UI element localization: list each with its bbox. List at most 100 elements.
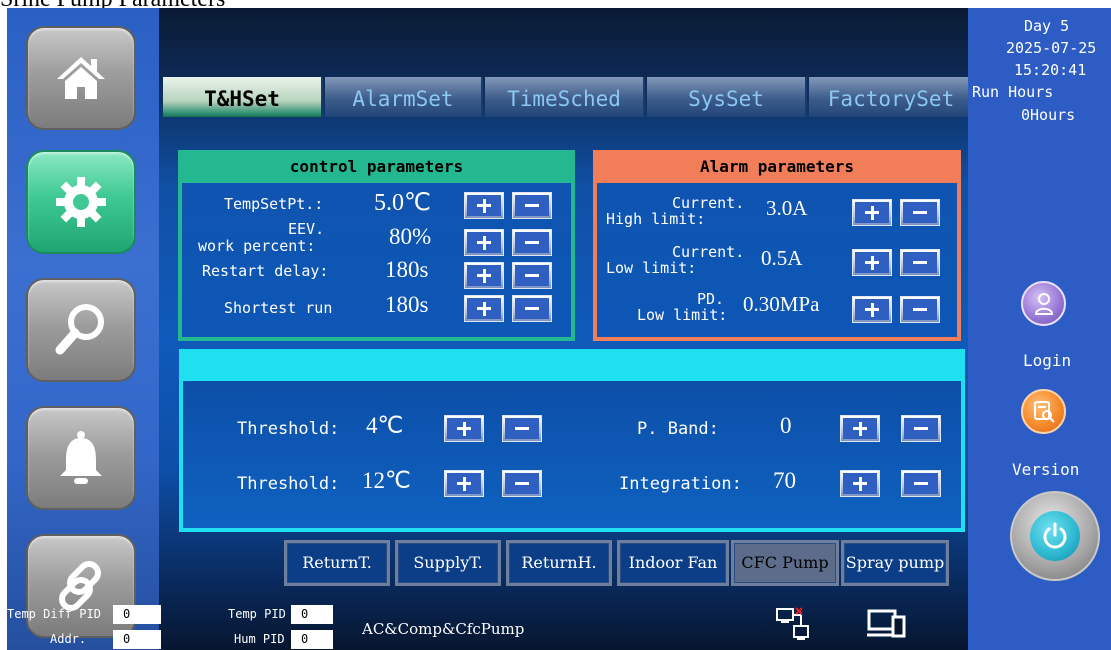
- nav-home-button[interactable]: [26, 26, 136, 130]
- shortest-run-plus-button[interactable]: [464, 295, 504, 322]
- alarm-parameters-body: Current. High limit: 3.0A Current. Low l…: [597, 183, 957, 337]
- p-band-value[interactable]: 0: [780, 413, 792, 439]
- restart-delay-value[interactable]: 180s: [385, 257, 428, 283]
- threshold-high-value[interactable]: 12℃: [362, 468, 411, 494]
- integration-value[interactable]: 70: [773, 468, 796, 494]
- threshold-high-plus-button[interactable]: [444, 470, 484, 497]
- restart-delay-label: Restart delay:: [202, 262, 329, 280]
- current-time: 15:20:41: [1014, 61, 1087, 79]
- link-icon: [59, 561, 101, 611]
- temp-setpoint-minus-button[interactable]: [512, 192, 552, 219]
- pd-low-plus-button[interactable]: [852, 296, 892, 323]
- threshold-low-label: Threshold:: [237, 419, 340, 439]
- bell-icon: [60, 431, 102, 484]
- temp-diff-pid-label: Temp Diff PID: [7, 607, 101, 621]
- power-icon: [1043, 522, 1067, 549]
- pd-low-limit-value[interactable]: 0.30MPa: [743, 292, 819, 317]
- return-humidity-button[interactable]: ReturnH.: [506, 540, 612, 586]
- temp-setpoint-value[interactable]: 5.0℃: [374, 188, 431, 217]
- alarm-parameters-panel: Alarm parameters Current. High limit: 3.…: [593, 150, 961, 341]
- login-button[interactable]: [1021, 281, 1066, 326]
- control-parameters-body: TempSetPt.: 5.0℃ EEV. work percent: 80% …: [182, 183, 571, 337]
- power-button-core: [1030, 511, 1080, 561]
- device-monitor-icon: [867, 609, 906, 638]
- temp-setpoint-label: TempSetPt.:: [224, 195, 324, 213]
- p-band-label: P. Band:: [637, 419, 719, 439]
- shortest-run-label: Shortest run: [224, 299, 333, 317]
- version-label: Version: [1012, 460, 1080, 479]
- threshold-low-value[interactable]: 4℃: [366, 413, 403, 439]
- left-nav: [7, 8, 159, 650]
- version-info-icon: [1034, 401, 1055, 423]
- current-high-limit-label: High limit:: [606, 210, 706, 228]
- right-status-panel: Day 5 2025-07-25 15:20:41 Run Hours 0Hou…: [968, 8, 1111, 650]
- current-low-limit-value[interactable]: 0.5A: [761, 246, 802, 271]
- threshold-low-minus-button[interactable]: [502, 415, 542, 442]
- hum-pid-value: 0: [291, 630, 333, 649]
- eev-minus-button[interactable]: [512, 229, 552, 256]
- temp-diff-pid-value: 0: [113, 605, 161, 624]
- eev-work-percent-label: work percent:: [198, 237, 316, 255]
- temp-setpoint-plus-button[interactable]: [464, 192, 504, 219]
- tab-sys-set[interactable]: SysSet: [647, 77, 807, 117]
- pd-low-minus-button[interactable]: [900, 296, 940, 323]
- current-date: 2025-07-25: [1006, 39, 1097, 57]
- shortest-run-minus-button[interactable]: [512, 295, 552, 322]
- current-low-plus-button[interactable]: [852, 249, 892, 276]
- nav-alarm-button[interactable]: [26, 406, 136, 510]
- gear-icon: [56, 177, 106, 227]
- hmi-screen: T&HSet AlarmSet TimeSched SysSet Factory…: [7, 8, 1111, 650]
- shortest-run-value[interactable]: 180s: [385, 292, 428, 318]
- login-label: Login: [1023, 351, 1072, 370]
- alarm-parameters-title: Alarm parameters: [699, 157, 855, 176]
- current-high-limit-value[interactable]: 3.0A: [766, 196, 807, 221]
- return-temp-button[interactable]: ReturnT.: [284, 540, 390, 586]
- eev-label: EEV.: [288, 220, 325, 238]
- network-disconnected-icon: [776, 607, 809, 640]
- tab-time-sched[interactable]: TimeSched: [485, 77, 645, 117]
- eev-work-percent-value[interactable]: 80%: [389, 224, 431, 250]
- temp-pid-value: 0: [291, 605, 333, 624]
- eev-plus-button[interactable]: [464, 229, 504, 256]
- pd-low-limit-label: Low limit:: [637, 306, 728, 324]
- p-band-plus-button[interactable]: [840, 415, 880, 442]
- control-parameters-panel: control parameters TempSetPt.: 5.0℃ EEV.…: [178, 150, 575, 341]
- threshold-high-minus-button[interactable]: [502, 470, 542, 497]
- pid-parameters-panel: Threshold: 4℃ P. Band: 0 Threshold: 12℃ …: [179, 349, 965, 532]
- addr-label: Addr.: [50, 632, 87, 646]
- threshold-high-label: Threshold:: [237, 474, 340, 494]
- nav-settings-button[interactable]: [26, 150, 136, 254]
- temp-pid-label: Temp PID: [228, 607, 286, 621]
- supply-temp-button[interactable]: SupplyT.: [395, 540, 501, 586]
- integration-minus-button[interactable]: [901, 470, 941, 497]
- current-high-minus-button[interactable]: [900, 199, 940, 226]
- integration-label: Integration:: [619, 474, 742, 494]
- home-icon: [57, 57, 105, 99]
- nav-search-button[interactable]: [26, 278, 136, 382]
- hum-pid-label: Hum PID: [234, 632, 285, 646]
- day-counter: Day 5: [1024, 17, 1070, 35]
- tab-bar: T&HSet AlarmSet TimeSched SysSet Factory…: [163, 77, 975, 117]
- user-icon: [1034, 293, 1054, 315]
- run-hours-label: Run Hours: [972, 83, 1054, 101]
- tab-alarm-set[interactable]: AlarmSet: [325, 77, 483, 117]
- tab-th-set[interactable]: T&HSet: [163, 77, 323, 117]
- current-high-plus-button[interactable]: [852, 199, 892, 226]
- p-band-minus-button[interactable]: [901, 415, 941, 442]
- power-button[interactable]: [1010, 491, 1100, 581]
- search-icon: [55, 304, 104, 355]
- cfc-pump-button[interactable]: CFC Pump: [731, 540, 839, 586]
- restart-delay-minus-button[interactable]: [512, 262, 552, 289]
- current-low-minus-button[interactable]: [900, 249, 940, 276]
- restart-delay-plus-button[interactable]: [464, 262, 504, 289]
- threshold-low-plus-button[interactable]: [444, 415, 484, 442]
- run-mode-text: AC&Comp&CfcPump: [362, 620, 525, 638]
- indoor-fan-button[interactable]: Indoor Fan: [617, 540, 729, 586]
- version-button[interactable]: [1021, 389, 1066, 434]
- control-parameters-title: control parameters: [289, 157, 464, 176]
- integration-plus-button[interactable]: [840, 470, 880, 497]
- current-low-limit-label: Low limit:: [606, 259, 697, 277]
- addr-value: 0: [113, 630, 161, 649]
- tab-factory-set[interactable]: FactorySet: [809, 77, 975, 117]
- spray-pump-button[interactable]: Spray pump: [841, 540, 949, 586]
